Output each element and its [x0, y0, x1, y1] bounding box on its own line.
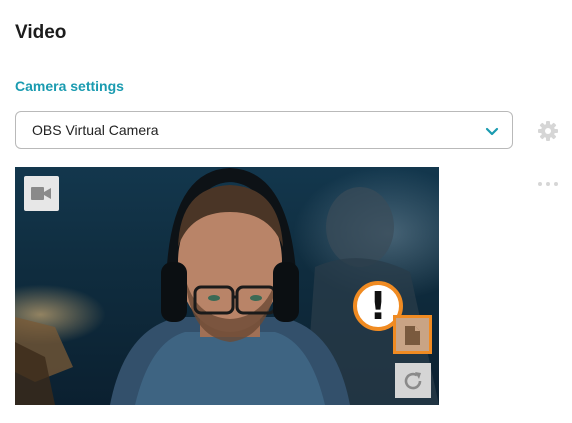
camera-select[interactable]: OBS Virtual Camera: [15, 111, 513, 149]
file-button[interactable]: [393, 315, 432, 354]
more-dots-icon[interactable]: [537, 176, 561, 192]
refresh-button[interactable]: [395, 363, 431, 398]
page-title: Video: [15, 22, 67, 43]
camera-select-value: OBS Virtual Camera: [32, 122, 159, 138]
camera-settings-link[interactable]: Camera settings: [15, 78, 124, 94]
gear-icon[interactable]: [537, 120, 559, 142]
chevron-down-icon: [484, 123, 500, 139]
camera-toggle-button[interactable]: [24, 176, 59, 211]
